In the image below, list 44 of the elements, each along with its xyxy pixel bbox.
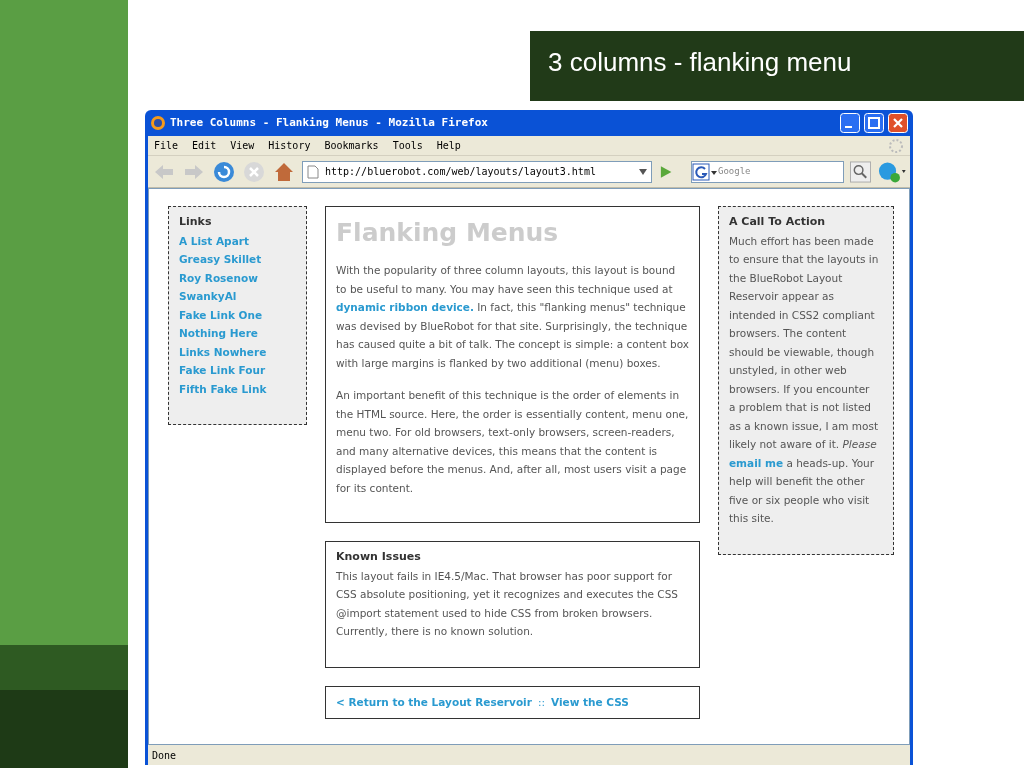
- browser-logo-icon: [150, 115, 166, 131]
- search-field[interactable]: Google: [691, 160, 845, 183]
- separator: ::: [537, 695, 545, 711]
- paragraph: An important benefit of this technique is the order of elements in the HTML source. Here, the order is essentially content, menu one, menu two. For old browsers, text-only browsers, screen-readers, and many alternative devices, this means that the content is displayed before the menus. And, after all, most users visit a page for its content.: [336, 388, 689, 496]
- menu-item[interactable]: File: [154, 138, 179, 153]
- page-icon: [307, 164, 319, 179]
- section-heading: Known Issues: [336, 549, 422, 565]
- window-title: Three Columns - Flanking Menus - Mozilla Firefox: [170, 114, 489, 131]
- sidebar-link[interactable]: Fifth Fake Link: [179, 379, 296, 398]
- dropdown-icon[interactable]: [638, 168, 647, 175]
- text-link[interactable]: email me: [729, 456, 784, 469]
- sidebar-link[interactable]: Roy Rosenow: [179, 268, 296, 287]
- paragraph: This layout fails in IE4.5/Mac. That browser has poor support for CSS absolute positioning, yet it recognizes and executes the CSS @import statement used to hide CSS from broken browsers. Currently, there is no known solution.: [336, 568, 679, 639]
- menu-item[interactable]: History: [268, 138, 311, 153]
- menu-item[interactable]: Tools: [392, 138, 423, 153]
- menu-item[interactable]: Help: [436, 138, 461, 153]
- search-engine-icon[interactable]: [692, 161, 719, 182]
- paragraph: Much effort has been made to ensure that the layouts in the BlueRobot Layout Reservoir appear as intended in CSS2 compliant browsers. The content should be viewable, though unstyled, in other web browsers. If you encounter a problem that is not listed as a known issue, I am most likely not aware of it. Please email me a heads-up. Your help will benefit the other five or six people who visit this site.: [729, 233, 880, 526]
- minimize-icon[interactable]: [840, 113, 860, 133]
- footer-link[interactable]: < Return to the Layout Reservoir: [336, 693, 532, 712]
- address-field[interactable]: http://bluerobot.com/web/layouts/layout3.html: [302, 160, 652, 183]
- menu-item[interactable]: View: [230, 138, 255, 153]
- status-text: Done: [152, 748, 177, 763]
- slide-title: 3 columns - flanking menu: [530, 31, 1024, 101]
- sidebar-link[interactable]: Fake Link One: [179, 305, 296, 324]
- menu-heading: A Call To Action: [729, 214, 827, 230]
- sidebar-link[interactable]: Links Nowhere: [179, 342, 296, 361]
- maximize-icon[interactable]: [864, 113, 884, 133]
- close-icon[interactable]: [888, 113, 908, 133]
- menu-item[interactable]: Edit: [192, 138, 217, 153]
- throbber-icon: [888, 137, 904, 154]
- menu-heading: Links: [179, 214, 213, 230]
- text-link[interactable]: dynamic ribbon device.: [336, 301, 474, 313]
- sidebar-link[interactable]: A List Apart: [179, 231, 296, 250]
- sidebar-link[interactable]: Nothing Here: [179, 324, 296, 343]
- sidebar-link[interactable]: Greasy Skillet: [179, 250, 296, 269]
- menu-item[interactable]: Bookmarks: [324, 138, 379, 153]
- footer-link[interactable]: View the CSS: [550, 693, 629, 712]
- paragraph: With the popularity of three column layouts, this layout is bound to be useful to many. You may have seen this technique used at dynamic ribbon device. In fact, this "flanking menus" technique was devised by BlueRobot for that site. Surprisingly, the technique has caused quite a bit of talk. The concept is simple: a content box with large margins is flanked by two additional (menu) boxes.: [336, 263, 689, 371]
- sidebar-link[interactable]: Fake Link Four: [179, 361, 296, 380]
- search-icon[interactable]: [850, 160, 872, 183]
- sidebar-link[interactable]: SwankyAl: [179, 287, 296, 306]
- search-input[interactable]: Google: [718, 164, 844, 179]
- reload-icon[interactable]: [212, 159, 236, 184]
